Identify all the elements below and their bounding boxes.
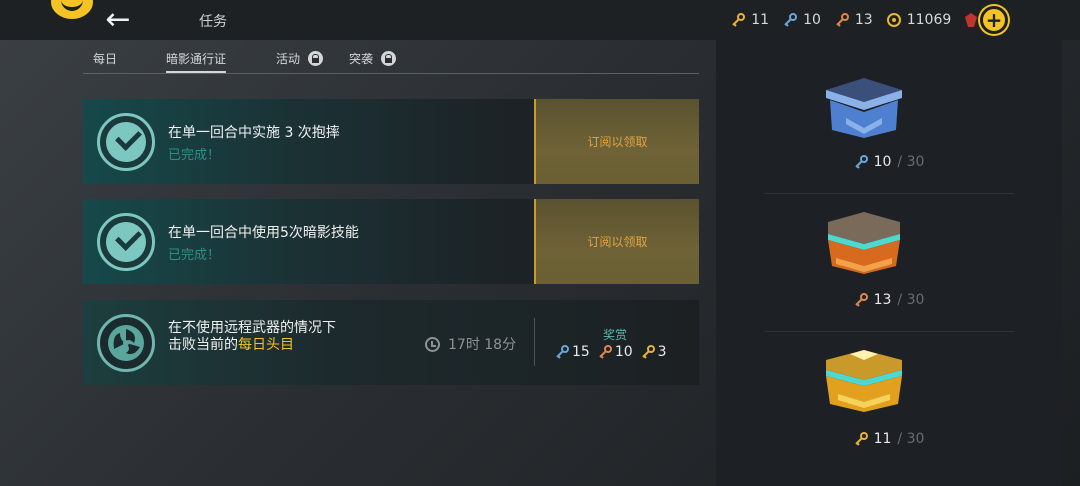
top-bar: ← 任务 11 10 13 11069 675 + (0, 0, 1080, 40)
currency-bar: 11 10 13 11069 675 (731, 0, 1010, 40)
subscribe-claim-button[interactable]: 订阅以领取 (534, 199, 699, 284)
gold-key-icon (641, 345, 655, 359)
tab-label: 活动 (276, 52, 301, 66)
blue-key-icon (784, 13, 798, 27)
quest-card: 在单一回合中实施 3 次抱摔 已完成！ 订阅以领取 (83, 99, 699, 184)
gold-key-count: 11 (751, 12, 770, 28)
clock-icon (425, 336, 440, 352)
chest-key-max: / 30 (897, 154, 925, 170)
currency-gold-key: 11 (731, 12, 769, 28)
quest-description-line2: 击败当前的每日头目 (168, 334, 294, 354)
reward-value: 15 (572, 344, 590, 360)
gold-key-icon (854, 432, 868, 446)
chest-key-count: 11 (873, 431, 892, 447)
coin-count: 11069 (906, 12, 952, 28)
tab-events[interactable]: 活动 (276, 50, 324, 67)
gem-icon (965, 13, 978, 27)
reward-value: 10 (614, 344, 633, 360)
chest-key-max: / 30 (897, 431, 925, 447)
quest-description-prefix: 击败当前的 (168, 337, 238, 353)
blue-key-icon (556, 345, 569, 359)
reward-blue-key: 15 (555, 344, 590, 360)
checkmark-icon (97, 113, 155, 171)
bronze-key-progress: 13 / 30 (716, 292, 1062, 308)
tab-label: 突袭 (349, 52, 374, 66)
daily-boss-quest: 在不使用远程武器的情况下 击败当前的每日头目 17时 18分 奖赏 15 10 … (83, 300, 699, 385)
chest-key-count: 10 (873, 154, 892, 170)
bronze-key-icon (836, 13, 849, 27)
quest-timer: 17时 18分 (425, 334, 516, 354)
reward-gold-key: 3 (641, 344, 667, 360)
tab-raid[interactable]: 突袭 (349, 50, 397, 67)
quest-status: 已完成！ (168, 248, 221, 263)
quest-title: 在单一回合中使用5次暗影技能 (168, 225, 359, 241)
daily-boss-highlight: 每日头目 (238, 337, 294, 353)
bronze-chest-icon[interactable] (816, 208, 912, 278)
divider (764, 331, 1014, 332)
reward-value: 3 (657, 344, 667, 360)
chest-key-count: 13 (873, 292, 892, 308)
quest-status: 已完成！ (168, 148, 221, 163)
currency-coin: 11069 (886, 12, 952, 28)
coin-icon (886, 13, 901, 27)
blue-key-progress: 10 / 30 (716, 154, 1062, 170)
gold-key-progress: 11 / 30 (716, 431, 1062, 447)
tab-daily[interactable]: 每日 (93, 50, 117, 67)
bronze-key-icon (854, 293, 868, 307)
tab-shadow-pass[interactable]: 暗影通行证 (166, 50, 227, 73)
divider (764, 193, 1014, 194)
game-logo-icon (48, 0, 96, 22)
currency-bronze-key: 13 (835, 12, 873, 28)
lock-icon (308, 51, 324, 66)
back-arrow-icon[interactable]: ← (100, 5, 136, 35)
reward-label: 奖赏 (603, 328, 628, 342)
blue-chest-icon[interactable] (816, 72, 912, 142)
subscribe-claim-button[interactable]: 订阅以领取 (534, 99, 699, 184)
page-title: 任务 (199, 14, 227, 30)
currency-blue-key: 10 (783, 12, 821, 28)
tab-label: 暗影通行证 (166, 52, 227, 66)
checkmark-icon (97, 213, 155, 271)
plus-icon: + (985, 8, 1003, 32)
add-currency-button[interactable]: + (980, 6, 1008, 34)
quest-card: 在单一回合中使用5次暗影技能 已完成！ 订阅以领取 (83, 199, 699, 284)
bronze-key-icon (599, 345, 612, 359)
lock-icon (381, 51, 397, 66)
quest-title: 在单一回合中实施 3 次抱摔 (168, 125, 340, 141)
blue-key-count: 10 (803, 12, 821, 28)
bronze-key-count: 13 (854, 12, 873, 28)
blue-key-icon (854, 155, 868, 169)
chest-panel: 10 / 30 13 / 30 11 / 30 (716, 40, 1062, 486)
divider (534, 318, 535, 366)
reward-list: 15 10 3 (555, 344, 667, 360)
gold-chest-icon[interactable] (816, 346, 912, 416)
reward-bronze-key: 10 (598, 344, 633, 360)
quest-tabs: 每日 暗影通行证 活动 突袭 (83, 44, 699, 74)
shadow-spiral-icon (97, 314, 155, 372)
timer-text: 17时 18分 (448, 337, 517, 353)
gold-key-icon (732, 13, 746, 27)
chest-key-max: / 30 (897, 292, 925, 308)
tab-label: 每日 (93, 52, 118, 66)
